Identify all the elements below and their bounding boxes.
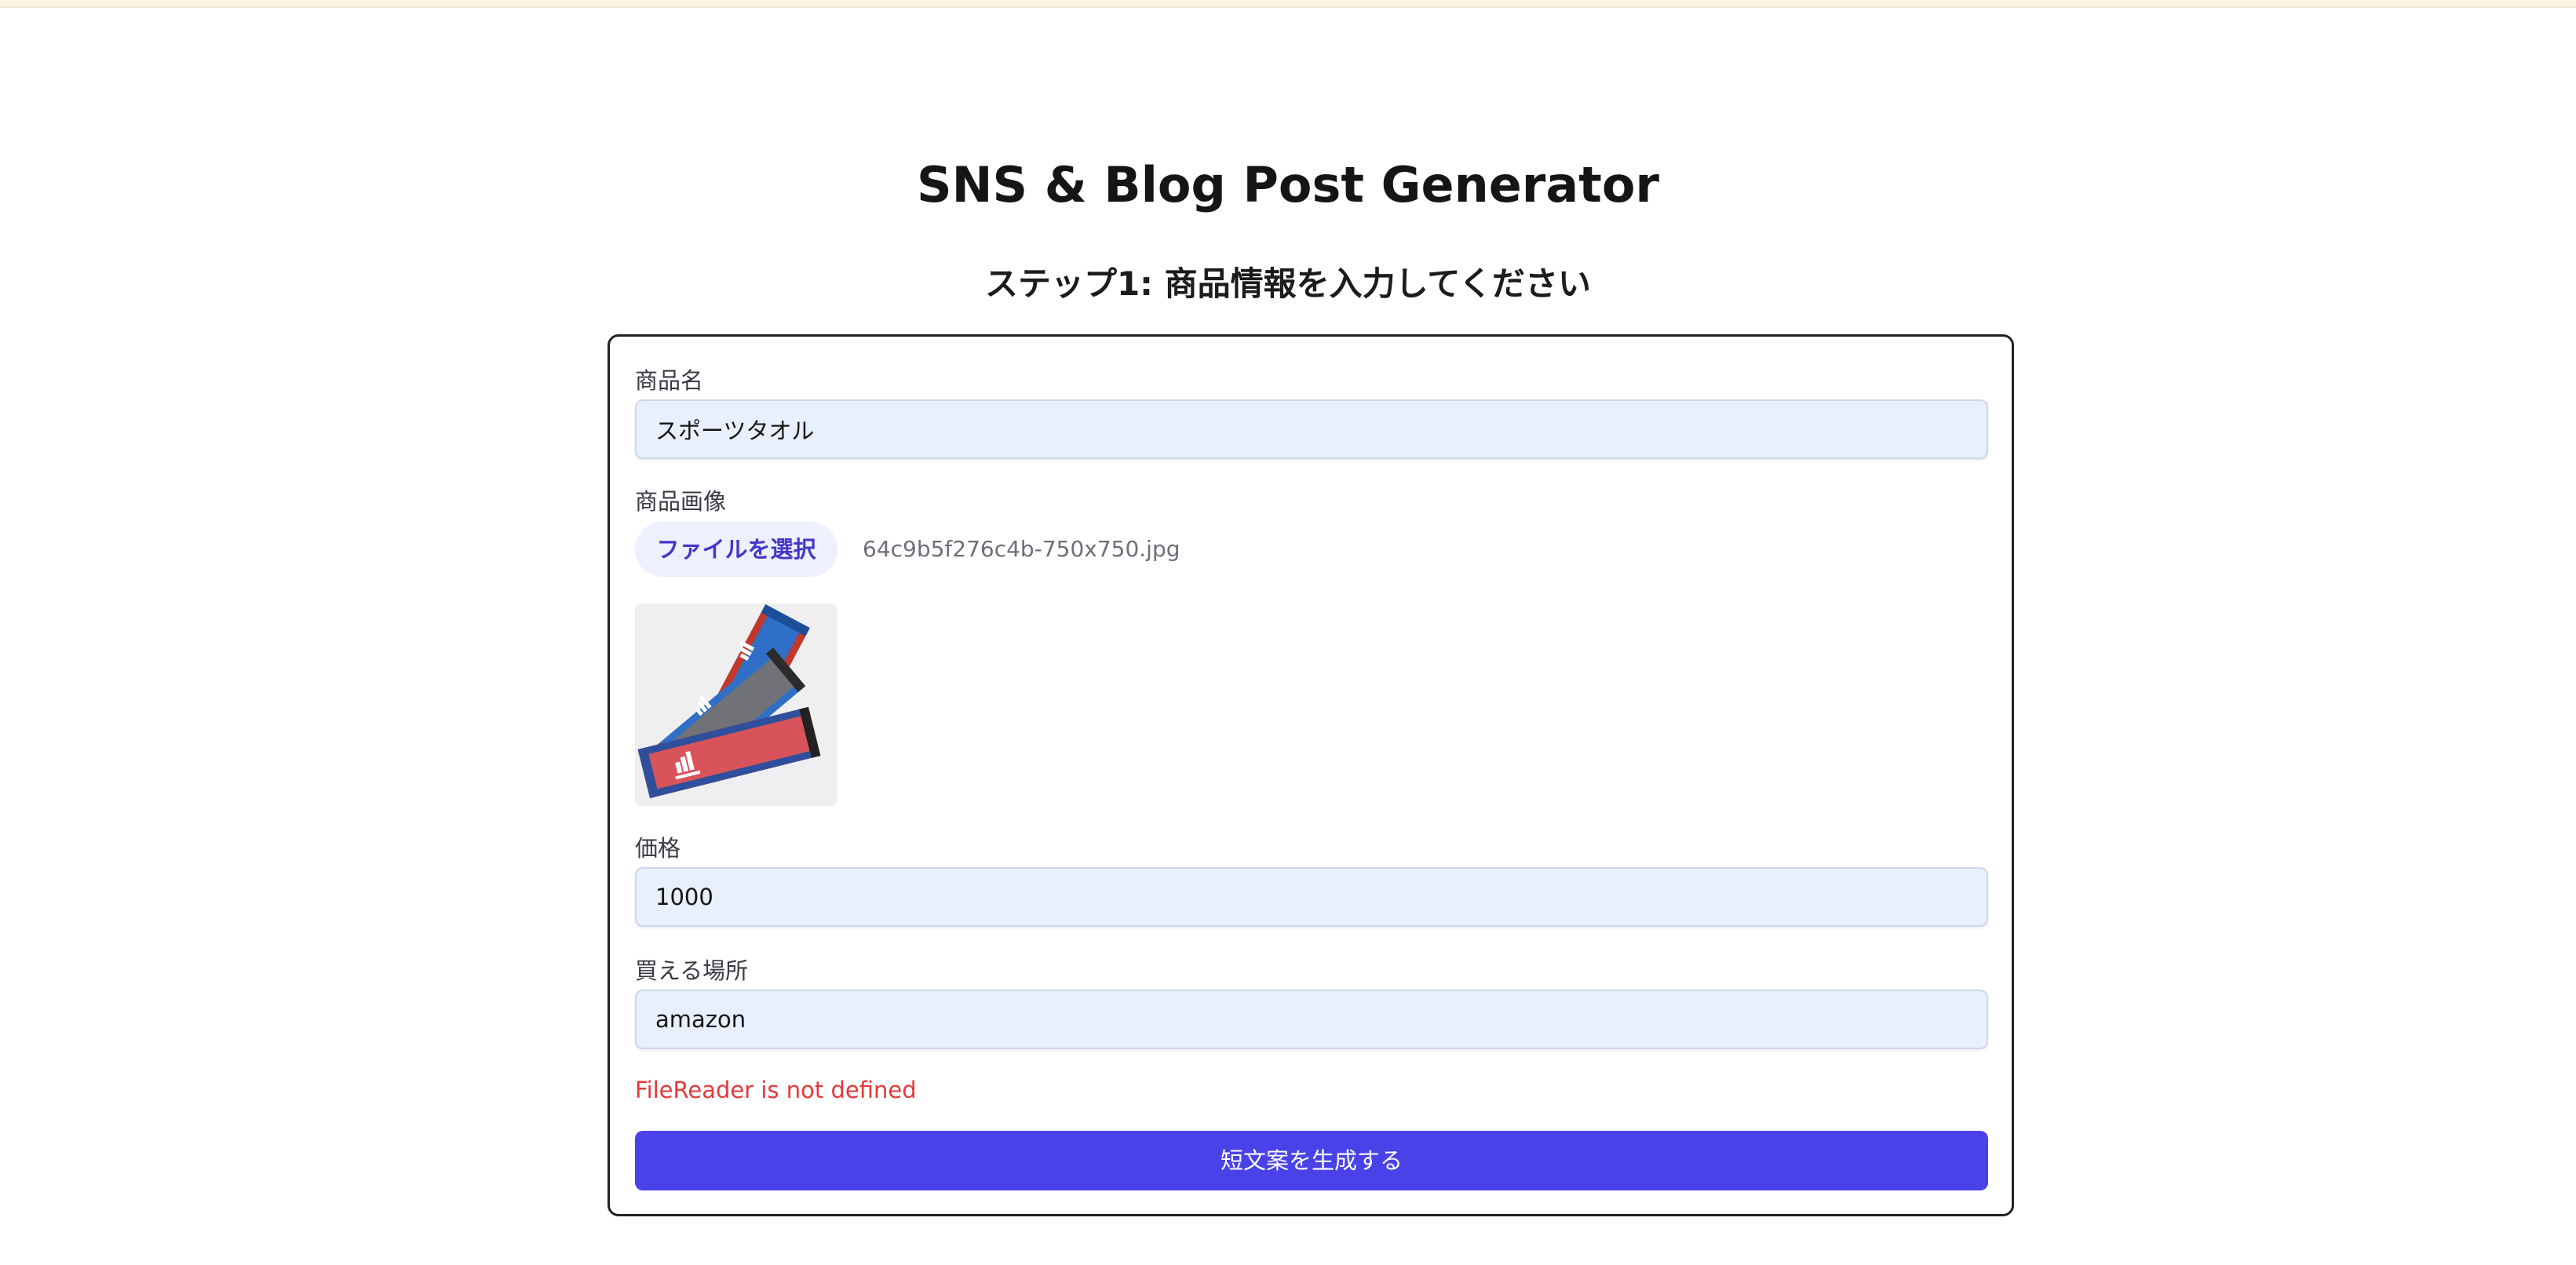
page-title: SNS & Blog Post Generator — [916, 156, 1659, 213]
generate-short-text-button[interactable]: 短文案を生成する — [635, 1131, 1988, 1190]
selected-file-name: 64c9b5f276c4b-750x750.jpg — [863, 536, 1180, 562]
step-title: ステップ1: 商品情報を入力してください — [984, 264, 1592, 303]
purchase-place-label: 買える場所 — [635, 957, 749, 984]
product-name-input[interactable] — [635, 399, 1988, 459]
product-form-card: 商品名 商品画像 ファイルを選択 64c9b5f276c4b-750x750.j… — [608, 334, 2014, 1216]
product-image-preview — [635, 603, 837, 806]
product-name-label: 商品名 — [635, 367, 704, 394]
choose-file-button[interactable]: ファイルを選択 — [635, 522, 837, 577]
price-input[interactable] — [635, 867, 1988, 927]
purchase-place-input[interactable] — [635, 990, 1988, 1049]
product-image-label: 商品画像 — [635, 488, 727, 515]
top-banner-strip — [0, 0, 2576, 8]
towel-photo-image — [635, 603, 837, 806]
price-label: 価格 — [635, 835, 681, 862]
error-message: FileReader is not defined — [635, 1077, 917, 1103]
